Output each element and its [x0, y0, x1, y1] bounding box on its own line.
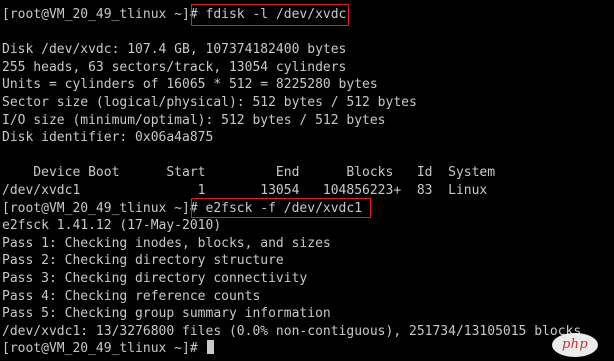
- terminal-line-partition-header: Device Boot Start End Blocks Id System: [2, 165, 496, 181]
- terminal-line-sector-size: Sector size (logical/physical): 512 byte…: [2, 95, 417, 110]
- terminal-line-disk-size: Disk /dev/xvdc: 107.4 GB, 107374182400 b…: [2, 42, 347, 58]
- terminal-line-disk-identifier: Disk identifier: 0x06a4a875: [2, 130, 214, 146]
- php-watermark-logo: php: [552, 333, 598, 357]
- terminal-line-pass-3: Pass 3: Checking directory connectivity: [2, 271, 308, 286]
- terminal-line-io-size: I/O size (minimum/optimal): 512 bytes / …: [2, 112, 386, 128]
- terminal-line-units: Units = cylinders of 16065 * 512 = 82252…: [2, 77, 378, 93]
- terminal-line-partition-row: /dev/xvdc1 1 13054 104856223+ 83 Linux: [2, 183, 488, 198]
- watermark-text: php: [562, 337, 588, 353]
- terminal-window[interactable]: [root@VM_20_49_tlinux ~]# fdisk -l /dev/…: [0, 0, 614, 361]
- terminal-line-e2fsck-summary: /dev/xvdc1: 13/3276800 files (0.0% non-c…: [2, 323, 582, 339]
- terminal-line-geometry: 255 heads, 63 sectors/track, 13054 cylin…: [2, 59, 347, 75]
- terminal-line-pass-4: Pass 4: Checking reference counts: [2, 288, 261, 304]
- terminal-line-pass-5: Pass 5: Checking group summary informati…: [2, 306, 331, 322]
- terminal-line-e2fsck-version: e2fsck 1.41.12 (17-May-2010): [2, 218, 222, 234]
- highlight-box-e2fsck-command: [191, 198, 371, 218]
- highlight-box-fdisk-command: [191, 4, 349, 26]
- terminal-line-pass-2: Pass 2: Checking directory structure: [2, 253, 284, 269]
- terminal-prompt-text: [root@VM_20_49_tlinux ~]#: [2, 341, 206, 357]
- terminal-cursor: [206, 340, 214, 355]
- terminal-line-pass-1: Pass 1: Checking inodes, blocks, and siz…: [2, 235, 331, 251]
- terminal-line-prompt-current[interactable]: [root@VM_20_49_tlinux ~]#: [2, 340, 214, 358]
